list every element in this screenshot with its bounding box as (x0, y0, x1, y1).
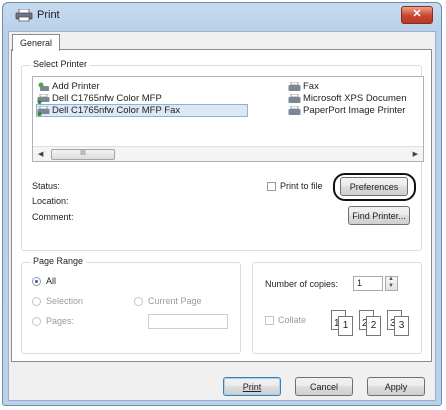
apply-button-label: Apply (384, 382, 408, 392)
scroll-thumb[interactable]: III (51, 149, 115, 160)
printer-list[interactable]: Add Printer Dell C1765nfw Color MFP Dell… (32, 76, 424, 162)
collate-label: Collate (278, 315, 307, 325)
horizontal-scrollbar[interactable]: ◀ III ▶ (33, 146, 423, 161)
collate-page-number: 3 (398, 320, 405, 331)
copies-spinner[interactable]: ▲ ▼ (385, 276, 398, 291)
cancel-button-label: Cancel (309, 382, 338, 392)
tab-general[interactable]: General (12, 34, 60, 51)
fax-printer-icon (37, 105, 50, 116)
scroll-left-icon[interactable]: ◀ (38, 150, 43, 158)
printer-item-dell-color-mfp-fax[interactable]: Dell C1765nfw Color MFP Fax (36, 104, 248, 117)
print-button[interactable]: Print (223, 377, 281, 396)
printer-name: PaperPort Image Printer (303, 105, 406, 116)
status-label: Status: (32, 181, 61, 191)
scroll-right-icon[interactable]: ▶ (413, 150, 418, 158)
scroll-thumb-grip: III (80, 150, 86, 157)
printer-item-fax[interactable]: Fax (288, 81, 319, 92)
current-page-radio[interactable] (134, 297, 143, 306)
copies-input[interactable]: 1 (353, 276, 383, 291)
all-radio[interactable] (32, 277, 41, 286)
all-label: All (46, 276, 57, 286)
title-bar[interactable]: Print ✕ (3, 3, 441, 29)
print-dialog: Print ✕ General Select Printer Add Print… (2, 2, 442, 406)
general-tab-panel: Select Printer Add Printer Dell C1765nfw… (11, 49, 432, 362)
printer-icon (288, 105, 301, 116)
print-to-file-checkbox[interactable] (267, 182, 276, 191)
number-of-copies-label: Number of copies: (265, 279, 339, 289)
spin-down-icon[interactable]: ▼ (388, 283, 394, 289)
printer-item-microsoft-xps[interactable]: Microsoft XPS Documen (288, 93, 406, 104)
select-printer-group-label: Select Printer (30, 59, 91, 69)
copies-group: Number of copies: 1 ▲ ▼ Collate 1 1 2 2 … (252, 262, 422, 354)
printer-name: Microsoft XPS Documen (303, 93, 407, 104)
cancel-button[interactable]: Cancel (295, 377, 353, 396)
highlight-circle (333, 173, 416, 201)
pages-input[interactable] (148, 314, 228, 329)
collate-page: 1 (338, 316, 353, 336)
add-printer-icon (37, 82, 50, 92)
select-printer-group: Select Printer Add Printer Dell C1765nfw… (21, 59, 424, 251)
spin-up-icon[interactable]: ▲ (388, 276, 394, 282)
printer-item-dell-color-mfp[interactable]: Dell C1765nfw Color MFP (37, 93, 162, 104)
print-to-file-label: Print to file (280, 181, 323, 191)
apply-button[interactable]: Apply (367, 377, 425, 396)
printer-icon (15, 9, 33, 22)
location-label: Location: (32, 196, 69, 206)
find-printer-button-label: Find Printer... (352, 211, 406, 221)
selection-label: Selection (46, 296, 84, 306)
printer-icon (37, 93, 50, 104)
printer-name: Dell C1765nfw Color MFP Fax (52, 105, 181, 116)
pages-radio[interactable] (32, 317, 41, 326)
collate-icon: 1 1 2 2 3 3 (329, 308, 419, 340)
printer-name: Fax (303, 81, 319, 92)
close-button[interactable]: ✕ (401, 6, 433, 24)
pages-label: Pages: (46, 316, 75, 326)
selection-radio[interactable] (32, 297, 41, 306)
comment-label: Comment: (32, 212, 74, 222)
collate-page-number: 1 (342, 320, 349, 331)
printer-icon (288, 93, 301, 104)
collate-page: 3 (394, 316, 409, 336)
print-button-label: Print (242, 382, 262, 392)
collate-checkbox[interactable] (265, 316, 274, 325)
window-title: Print (37, 9, 60, 21)
current-page-label: Current Page (148, 296, 202, 306)
page-range-group: Page Range All Selection Current Page Pa… (21, 256, 241, 354)
collate-page: 2 (366, 316, 381, 336)
close-icon: ✕ (412, 8, 422, 20)
printer-name: Dell C1765nfw Color MFP (52, 93, 162, 104)
printer-name: Add Printer (52, 81, 100, 92)
collate-page-number: 2 (370, 320, 377, 331)
dialog-body: General Select Printer Add Printer Dell … (8, 31, 436, 401)
fax-icon (288, 81, 301, 92)
page-range-group-label: Page Range (30, 256, 87, 266)
printer-item-add-printer[interactable]: Add Printer (37, 81, 100, 92)
find-printer-button[interactable]: Find Printer... (348, 206, 410, 225)
printer-item-paperport[interactable]: PaperPort Image Printer (288, 105, 405, 116)
